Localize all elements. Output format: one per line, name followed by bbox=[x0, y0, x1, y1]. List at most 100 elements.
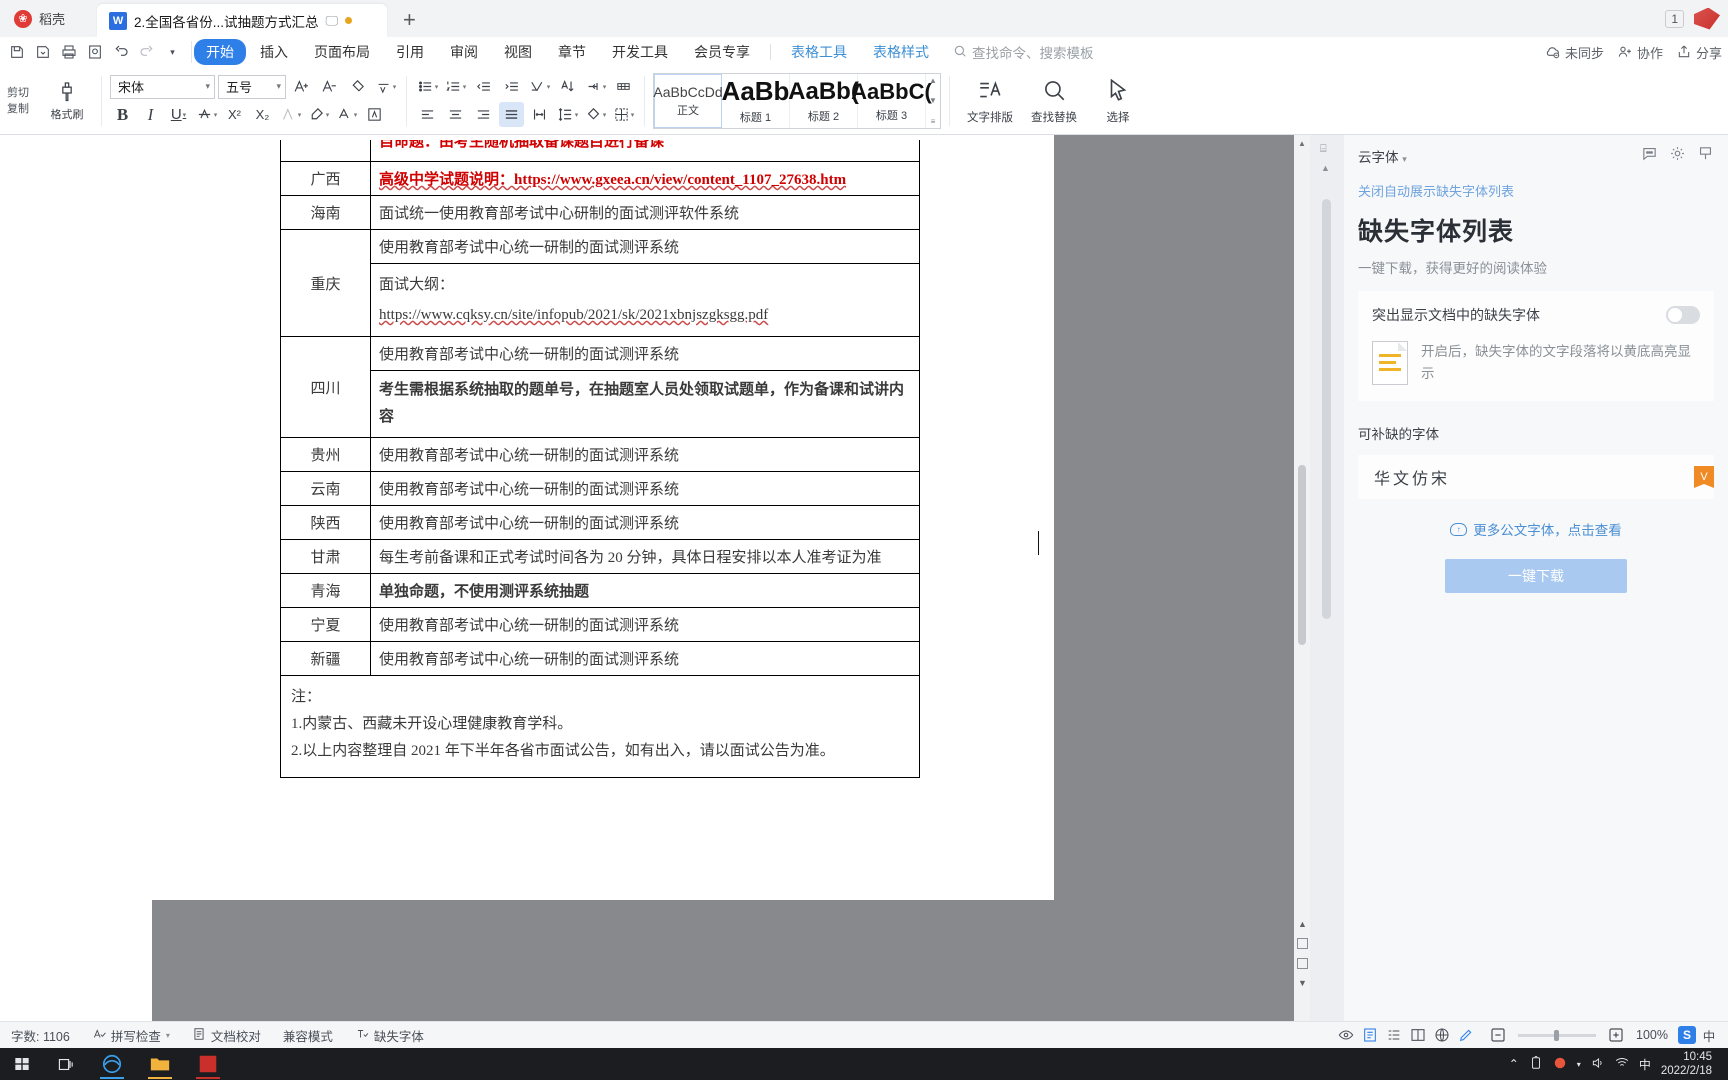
web-view-icon[interactable] bbox=[1431, 1025, 1453, 1045]
previous-page-icon[interactable]: ▲ bbox=[1298, 919, 1307, 929]
increase-indent-icon[interactable] bbox=[499, 74, 524, 99]
distribute-icon[interactable] bbox=[527, 102, 552, 127]
align-justify-icon[interactable] bbox=[499, 102, 524, 127]
character-shading-icon[interactable] bbox=[362, 102, 387, 127]
taskbar-app-wps[interactable] bbox=[184, 1048, 232, 1080]
numbered-list-icon[interactable] bbox=[443, 74, 468, 99]
style-heading-2[interactable]: AaBb( 标题 2 bbox=[788, 73, 859, 128]
network-icon[interactable] bbox=[1615, 1056, 1629, 1073]
document-tab[interactable]: W 2.全国各省份...试抽题方式汇总 🖵 bbox=[97, 4, 388, 37]
increase-font-size-icon[interactable] bbox=[289, 74, 314, 99]
select-button[interactable]: 选择 bbox=[1086, 72, 1150, 130]
window-count-badge[interactable]: 1 bbox=[1665, 9, 1684, 28]
superscript-button[interactable]: X² bbox=[222, 102, 247, 127]
align-center-icon[interactable] bbox=[443, 102, 468, 127]
cut-button[interactable]: 剪切 bbox=[7, 85, 41, 101]
panel-scrollbar-thumb[interactable] bbox=[1322, 199, 1331, 619]
missing-font-item[interactable]: 缺失字体 bbox=[344, 1026, 435, 1045]
task-view-icon[interactable] bbox=[44, 1048, 88, 1080]
text-layout-button[interactable]: 文字排版 bbox=[958, 72, 1022, 130]
command-search[interactable]: 查找命令、搜索模板 bbox=[953, 42, 1094, 62]
styles-gallery-scroll[interactable]: ▲ ▼ ≡ bbox=[926, 74, 940, 128]
bold-button[interactable]: B bbox=[110, 102, 135, 127]
ribbon-tab-developer[interactable]: 开发工具 bbox=[600, 39, 680, 65]
zoom-in-icon[interactable] bbox=[1605, 1025, 1627, 1045]
close-auto-show-link[interactable]: 关闭自动展示缺失字体列表 bbox=[1358, 181, 1714, 200]
ribbon-tab-review[interactable]: 审阅 bbox=[438, 39, 490, 65]
outline-view-icon[interactable] bbox=[1383, 1025, 1405, 1045]
underline-button[interactable]: U bbox=[166, 102, 191, 127]
settings-icon[interactable] bbox=[1669, 145, 1686, 167]
align-right-icon[interactable] bbox=[471, 102, 496, 127]
ime-cn-icon[interactable]: 中 bbox=[1639, 1056, 1651, 1073]
reading-view-icon[interactable] bbox=[1407, 1025, 1429, 1045]
docer-entry[interactable]: ❀ 稻壳 bbox=[0, 0, 79, 37]
chevron-up-icon[interactable]: ⌃ bbox=[1509, 1057, 1519, 1071]
font-color-icon[interactable] bbox=[334, 102, 359, 127]
scroll-up-icon[interactable]: ▲ bbox=[929, 76, 937, 85]
save-icon[interactable] bbox=[6, 42, 27, 63]
pin-icon[interactable] bbox=[1697, 145, 1714, 167]
decrease-indent-icon[interactable] bbox=[471, 74, 496, 99]
page-view-icon[interactable] bbox=[1359, 1025, 1381, 1045]
panel-pin-icon[interactable]: ⌸ bbox=[1320, 143, 1327, 156]
italic-button[interactable]: I bbox=[138, 102, 163, 127]
browse-object-icon-2[interactable] bbox=[1297, 958, 1308, 969]
spellcheck-item[interactable]: 拼写检查 ▾ bbox=[81, 1026, 181, 1045]
print-preview-icon[interactable] bbox=[84, 42, 105, 63]
comment-icon[interactable] bbox=[1641, 145, 1658, 167]
ribbon-tab-view[interactable]: 视图 bbox=[492, 39, 544, 65]
borders-icon[interactable] bbox=[611, 102, 636, 127]
bullet-list-icon[interactable] bbox=[415, 74, 440, 99]
panel-title[interactable]: 云字体 ▾ bbox=[1358, 146, 1407, 166]
line-spacing-icon[interactable] bbox=[555, 102, 580, 127]
style-heading-1[interactable]: AaBb 标题 1 bbox=[722, 73, 790, 128]
taskbar-app-edge[interactable] bbox=[88, 1048, 136, 1080]
undo-icon[interactable] bbox=[110, 42, 131, 63]
sogou-ime-icon[interactable]: S bbox=[1678, 1026, 1696, 1044]
ribbon-tab-table-styles[interactable]: 表格样式 bbox=[861, 39, 941, 65]
browse-object-icon[interactable] bbox=[1297, 938, 1308, 949]
sort-icon[interactable] bbox=[555, 74, 580, 99]
highlight-missing-font-toggle[interactable] bbox=[1666, 306, 1700, 324]
compat-mode-label[interactable]: 兼容模式 bbox=[272, 1026, 344, 1045]
chevron-down-icon[interactable]: ▾ bbox=[1577, 1060, 1581, 1069]
text-highlight-icon[interactable] bbox=[306, 102, 331, 127]
volume-icon[interactable] bbox=[1591, 1056, 1605, 1073]
format-painter-button[interactable]: 格式刷 bbox=[41, 80, 93, 122]
strikethrough-icon[interactable] bbox=[194, 102, 219, 127]
zoom-out-icon[interactable] bbox=[1487, 1025, 1509, 1045]
ribbon-tab-section[interactable]: 章节 bbox=[546, 39, 598, 65]
edit-icon[interactable] bbox=[1455, 1025, 1477, 1045]
document-scrollbar[interactable]: ▲ ▲ ▼ bbox=[1294, 135, 1310, 1048]
zoom-level-label[interactable]: 100% bbox=[1636, 1028, 1668, 1042]
taskbar-app-file-explorer[interactable] bbox=[136, 1048, 184, 1080]
word-count[interactable]: 字数: 1106 bbox=[0, 1026, 81, 1045]
windows-start-icon[interactable] bbox=[0, 1048, 44, 1080]
save-as-icon[interactable] bbox=[32, 42, 53, 63]
scroll-up-icon[interactable]: ▲ bbox=[1294, 135, 1310, 151]
ime-language-label[interactable]: 中 bbox=[1698, 1025, 1720, 1045]
screen-icon[interactable]: 🖵 bbox=[326, 13, 339, 29]
panel-scroll-up-icon[interactable]: ▲ bbox=[1321, 163, 1330, 173]
ribbon-tab-page-layout[interactable]: 页面布局 bbox=[302, 39, 382, 65]
phonetic-guide-icon[interactable] bbox=[373, 74, 398, 99]
sync-status-button[interactable]: 未同步 bbox=[1545, 43, 1604, 62]
scroll-down-icon[interactable]: ▼ bbox=[929, 96, 937, 105]
zoom-slider-knob[interactable] bbox=[1554, 1029, 1560, 1041]
document-grid-icon[interactable] bbox=[611, 74, 636, 99]
eye-icon[interactable] bbox=[1335, 1025, 1357, 1045]
document-page[interactable]: 自命题：由考生随机抽取备课题目进行备课 广西 高级中学试题说明：https://… bbox=[152, 135, 1054, 900]
copy-button[interactable]: 复制 bbox=[7, 101, 41, 117]
show-paragraph-marks-icon[interactable] bbox=[583, 74, 608, 99]
ribbon-tab-references[interactable]: 引用 bbox=[384, 39, 436, 65]
new-tab-button[interactable]: + bbox=[387, 7, 432, 37]
ribbon-tab-insert[interactable]: 插入 bbox=[248, 39, 300, 65]
style-normal[interactable]: AaBbCcDd 正文 bbox=[653, 73, 723, 128]
paragraph-shading-icon[interactable] bbox=[583, 102, 608, 127]
sogou-icon[interactable] bbox=[1553, 1056, 1567, 1073]
proofread-item[interactable]: 文档校对 bbox=[181, 1026, 272, 1045]
clear-format-icon[interactable] bbox=[345, 74, 370, 99]
next-page-icon[interactable]: ▼ bbox=[1298, 978, 1307, 988]
align-left-icon[interactable] bbox=[415, 102, 440, 127]
